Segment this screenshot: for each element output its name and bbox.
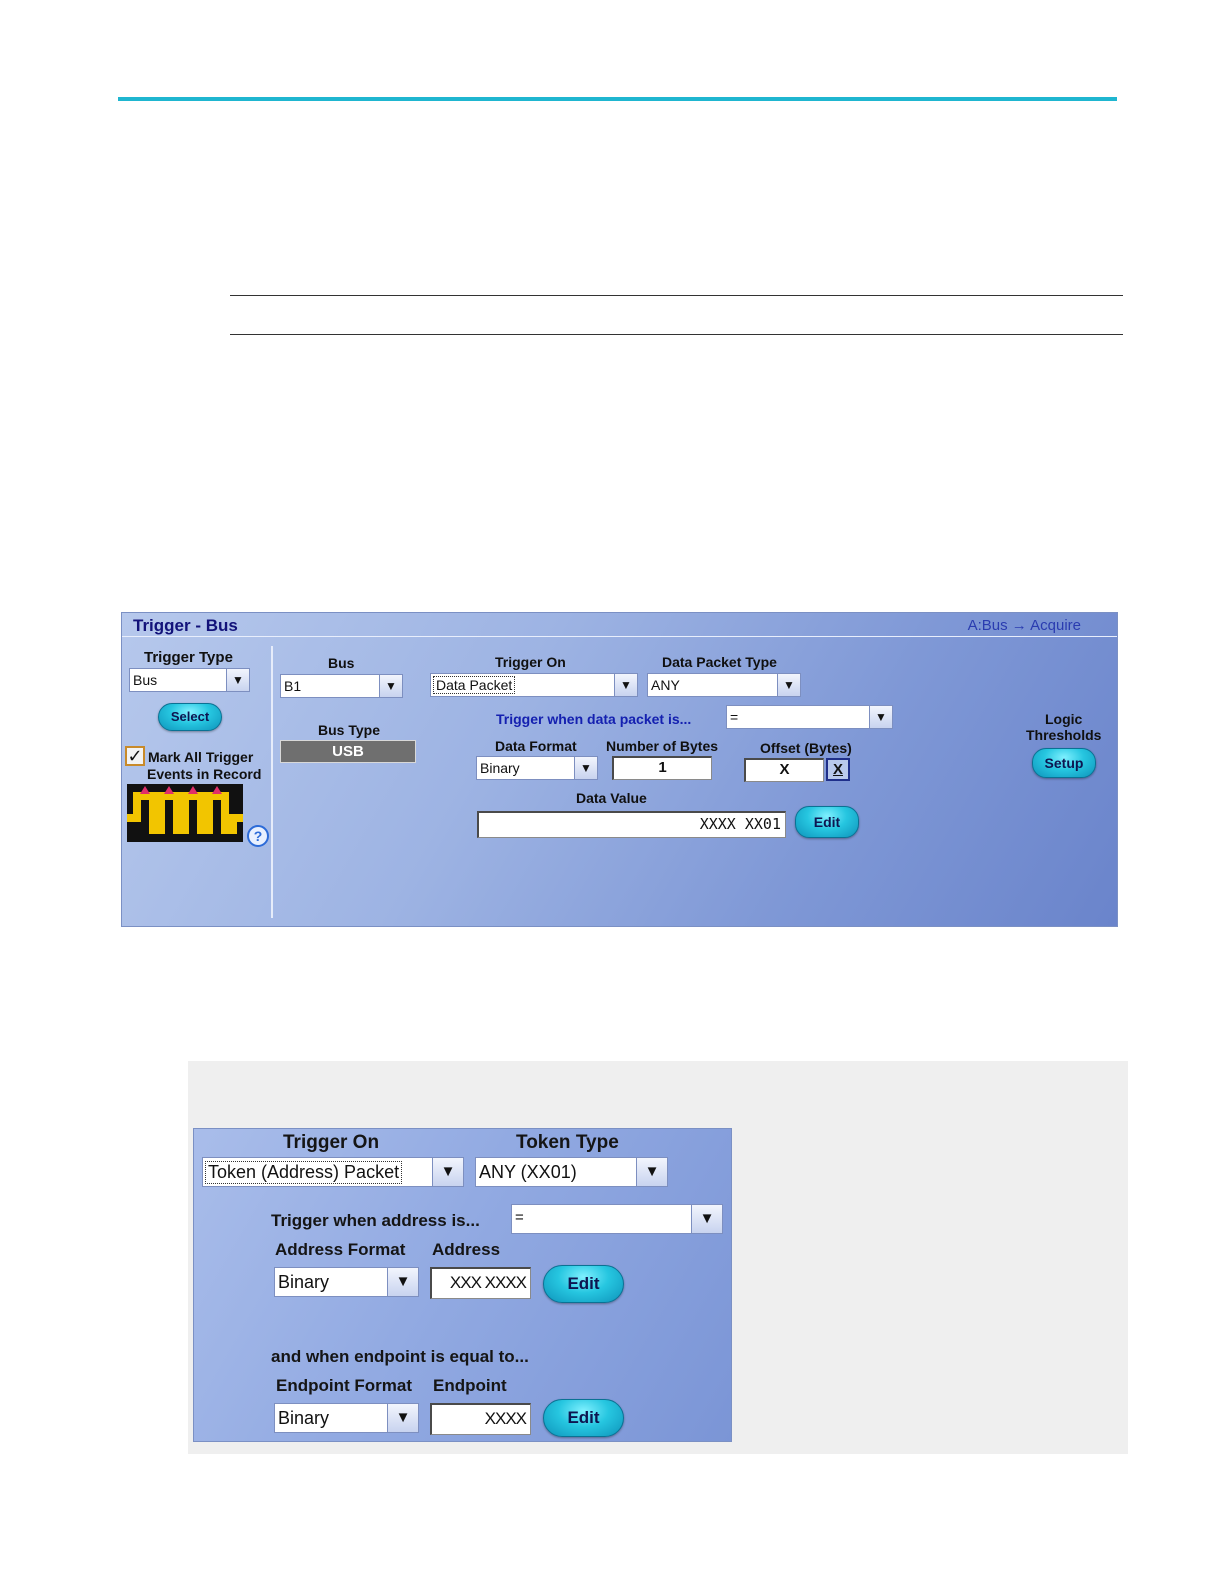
help-icon[interactable]: ?: [247, 825, 269, 847]
number-of-bytes-input[interactable]: 1: [612, 756, 712, 780]
mark-all-label-line2: Events in Record: [147, 766, 262, 782]
trigger-type-label: Trigger Type: [144, 649, 233, 666]
bus-type-label: Bus Type: [318, 722, 380, 738]
address-format-dropdown[interactable]: Binary ▼: [274, 1267, 419, 1297]
address-label: Address: [432, 1240, 501, 1259]
data-packet-type-label: Data Packet Type: [662, 654, 777, 670]
token-trigger-on-label: Trigger On: [283, 1132, 380, 1153]
chevron-down-icon[interactable]: ▼: [636, 1158, 667, 1186]
data-packet-type-dropdown[interactable]: ANY ▼: [647, 673, 801, 697]
token-type-dropdown[interactable]: ANY (XX01) ▼: [475, 1157, 668, 1187]
address-format-label: Address Format: [275, 1240, 406, 1259]
select-button[interactable]: Select: [158, 703, 222, 731]
table-rule-bottom: [230, 334, 1123, 335]
offset-input[interactable]: X: [744, 758, 824, 782]
mark-all-label-line1: Mark All Trigger: [148, 749, 254, 765]
trigger-when-label: Trigger when data packet is...: [496, 711, 692, 727]
logic-label: Logic: [1045, 711, 1083, 727]
trigger-when-dropdown[interactable]: = ▼: [726, 705, 893, 729]
endpoint-input[interactable]: XXXX: [430, 1403, 531, 1435]
endpoint-format-dropdown[interactable]: Binary ▼: [274, 1403, 419, 1433]
trigger-type-dropdown[interactable]: Bus ▼: [129, 668, 250, 692]
title-divider: [122, 636, 1117, 637]
chevron-down-icon[interactable]: ▼: [777, 674, 800, 696]
address-format-value: Binary: [278, 1272, 330, 1292]
data-value-edit-button[interactable]: Edit: [795, 806, 859, 838]
panel-breadcrumb[interactable]: A:Bus → Acquire: [968, 617, 1081, 634]
endpoint-format-label: Endpoint Format: [276, 1376, 412, 1395]
column-divider: [271, 646, 273, 918]
mark-all-checkbox[interactable]: ✓: [125, 746, 145, 766]
trigger-when-value: =: [730, 709, 739, 725]
address-edit-button[interactable]: Edit: [543, 1265, 624, 1303]
data-format-label: Data Format: [495, 738, 577, 754]
bus-value: B1: [284, 678, 302, 694]
logic-setup-button[interactable]: Setup: [1032, 748, 1096, 778]
trigger-bus-panel: Trigger - Bus A:Bus → Acquire Trigger Ty…: [121, 612, 1118, 927]
bus-type-value: USB: [280, 740, 416, 763]
endpoint-label: Endpoint: [433, 1376, 507, 1395]
endpoint-edit-button[interactable]: Edit: [543, 1399, 624, 1437]
token-type-value: ANY (XX01): [479, 1162, 577, 1182]
data-format-dropdown[interactable]: Binary ▼: [476, 756, 598, 780]
panel-title: Trigger - Bus: [133, 616, 238, 635]
chevron-down-icon[interactable]: ▼: [574, 757, 597, 779]
trigger-type-value: Bus: [133, 672, 158, 688]
trigger-on-label: Trigger On: [495, 654, 566, 670]
chevron-down-icon[interactable]: ▼: [387, 1268, 418, 1296]
chevron-down-icon[interactable]: ▼: [379, 675, 402, 697]
mark-trigger-events-icon: [127, 784, 243, 842]
bus-label: Bus: [328, 655, 355, 671]
token-type-label: Token Type: [516, 1132, 619, 1153]
trigger-when-address-label: Trigger when address is...: [271, 1211, 480, 1230]
endpoint-note: and when endpoint is equal to...: [271, 1347, 529, 1366]
data-format-value: Binary: [480, 760, 520, 776]
thresholds-label: Thresholds: [1026, 727, 1102, 743]
data-value-label: Data Value: [576, 790, 647, 806]
chevron-down-icon[interactable]: ▼: [691, 1205, 722, 1233]
token-trigger-on-dropdown[interactable]: Token (Address) Packet ▼: [202, 1157, 464, 1187]
chevron-down-icon[interactable]: ▼: [614, 674, 637, 696]
chevron-down-icon[interactable]: ▼: [869, 706, 892, 728]
bus-dropdown[interactable]: B1 ▼: [280, 674, 403, 698]
chevron-down-icon[interactable]: ▼: [387, 1404, 418, 1432]
header-accent-bar: [118, 97, 1117, 101]
trigger-on-value: Data Packet: [432, 676, 516, 694]
usb-token-panel: Trigger On Token Type Token (Address) Pa…: [193, 1128, 732, 1442]
chevron-down-icon[interactable]: ▼: [432, 1158, 463, 1186]
data-value-input[interactable]: XXXX XX01: [477, 811, 786, 838]
offset-clear-button[interactable]: X: [826, 758, 850, 781]
trigger-on-dropdown[interactable]: Data Packet ▼: [430, 673, 638, 697]
address-input[interactable]: XXX XXXX: [430, 1267, 531, 1299]
table-rule-top: [230, 295, 1123, 296]
endpoint-format-value: Binary: [278, 1408, 330, 1428]
data-packet-type-value: ANY: [651, 677, 680, 693]
token-trigger-on-value: Token (Address) Packet: [204, 1161, 403, 1184]
trigger-when-address-dropdown[interactable]: = ▼: [511, 1204, 723, 1234]
chevron-down-icon[interactable]: ▼: [226, 669, 249, 691]
offset-label: Offset (Bytes): [760, 740, 852, 756]
number-of-bytes-label: Number of Bytes: [606, 738, 719, 754]
trigger-when-address-value: =: [515, 1209, 524, 1226]
